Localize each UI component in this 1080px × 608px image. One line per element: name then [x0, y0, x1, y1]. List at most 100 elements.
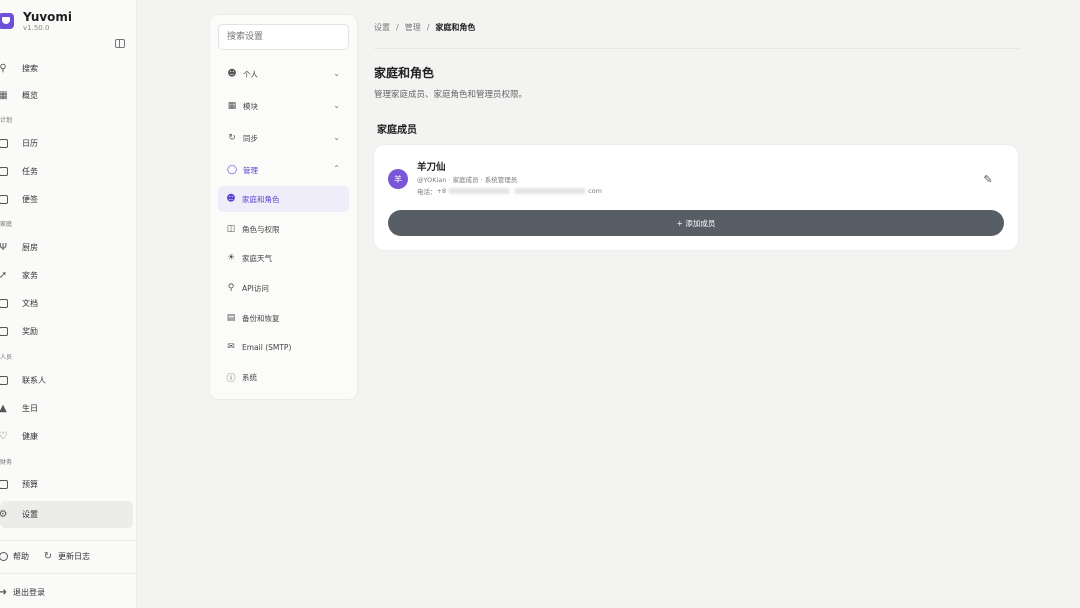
- sidebar-item-settings[interactable]: ⚙ 设置: [0, 501, 133, 528]
- sidebar-divider: [0, 540, 136, 541]
- app-logo-icon: [0, 13, 14, 29]
- info-icon: ⓘ: [226, 373, 236, 384]
- section-label-finance: 财务: [0, 459, 13, 466]
- wallet-icon: [0, 478, 9, 490]
- settings-group-label: 同步: [243, 133, 258, 143]
- users-icon: ☻: [226, 194, 236, 204]
- settings-item-system[interactable]: ⓘ 系统: [218, 364, 349, 390]
- sidebar-item-label: 奖励: [22, 326, 38, 336]
- breadcrumb: 设置 / 管理 / 家庭和角色: [374, 22, 475, 33]
- sidebar-item-contacts[interactable]: 联系人: [0, 370, 46, 390]
- settings-item-email[interactable]: ✉ Email (SMTP): [218, 334, 349, 360]
- logout-button[interactable]: ➜ 退出登录: [0, 582, 45, 602]
- shield-icon: ◯: [226, 165, 238, 175]
- redacted-phone: [448, 188, 511, 194]
- settings-item-weather[interactable]: ☀ 家庭天气: [218, 245, 349, 271]
- sidebar-item-birthdays[interactable]: ▲ 生日: [0, 398, 38, 418]
- breadcrumb-admin[interactable]: 管理: [405, 22, 421, 33]
- sidebar-item-label: 厨房: [22, 242, 38, 252]
- phone-prefix: +8: [436, 187, 447, 195]
- member-contact: 电话 ： +8 com: [417, 186, 602, 196]
- sidebar-item-budget[interactable]: 预算: [0, 474, 38, 494]
- sidebar-item-documents[interactable]: 文档: [0, 293, 38, 313]
- sidebar-item-chores[interactable]: ➚ 家务: [0, 265, 38, 285]
- settings-group-label: 个人: [243, 69, 258, 79]
- sidebar-item-label: 文档: [22, 298, 38, 308]
- calendar-icon: [0, 137, 9, 149]
- sidebar-item-notes[interactable]: 便签: [0, 189, 38, 209]
- sidebar-item-overview[interactable]: ▦ 概览: [0, 85, 38, 105]
- changelog-label: 更新日志: [58, 551, 90, 561]
- sidebar-item-calendar[interactable]: 日历: [0, 133, 38, 153]
- sync-icon: ↻: [228, 133, 236, 143]
- broom-icon: ➚: [0, 269, 8, 281]
- settings-item-label: 家庭和角色: [242, 194, 280, 204]
- settings-item-api[interactable]: ⚲ API访问: [218, 275, 349, 301]
- gift-icon: [0, 325, 9, 337]
- sidebar-collapse-icon[interactable]: [115, 39, 125, 48]
- header-divider: [374, 48, 1020, 49]
- member-card: 羊 羊刀仙 @YOKian · 家庭成员 · 系统管理员 电话 ： +8 com…: [374, 145, 1018, 250]
- add-member-button[interactable]: + 添加成员: [388, 210, 1004, 236]
- grid-icon: ▦: [0, 89, 8, 101]
- settings-group-personal[interactable]: ☻ 个人 ⌄: [218, 61, 349, 87]
- sidebar-item-label: 设置: [22, 510, 38, 519]
- sidebar-divider: [0, 573, 136, 574]
- settings-item-backup[interactable]: ▤ 备份和恢复: [218, 305, 349, 331]
- redacted-email: [514, 188, 587, 194]
- cake-icon: ▲: [0, 402, 7, 414]
- phone-label: 电话: [417, 188, 430, 196]
- history-icon: ↻: [43, 550, 53, 562]
- app-name: Yuvomi: [23, 10, 73, 24]
- key-icon: ⚲: [227, 283, 235, 293]
- heart-icon: ♡: [0, 430, 8, 442]
- settings-menu: ☻ 个人 ⌄ ▦ 模块 ⌄ ↻ 同步 ⌄ ◯ 管理 ⌃ ☻ 家庭和角色 ◫ 角色…: [210, 15, 357, 399]
- settings-item-household-roles[interactable]: ☻ 家庭和角色: [218, 186, 349, 212]
- gear-icon: ⚙: [0, 509, 8, 520]
- settings-group-label: 管理: [243, 165, 258, 175]
- member-meta: @YOKian · 家庭成员 · 系统管理员: [417, 176, 518, 184]
- utensils-icon: Ψ: [0, 241, 7, 253]
- email-suffix: com: [588, 187, 602, 195]
- help-label: 帮助: [13, 551, 29, 561]
- note-icon: [0, 193, 9, 205]
- mail-icon: ✉: [227, 342, 235, 352]
- user-icon: ☻: [227, 69, 237, 79]
- sidebar-item-rewards[interactable]: 奖励: [0, 321, 38, 341]
- section-label-people: 人员: [0, 354, 13, 361]
- sidebar-item-label: 联系人: [22, 375, 46, 385]
- settings-group-admin[interactable]: ◯ 管理 ⌃: [218, 157, 349, 183]
- sidebar-item-search[interactable]: ⚲ 搜索: [0, 58, 38, 78]
- sidebar-item-label: 日历: [22, 138, 38, 148]
- breadcrumb-separator: /: [426, 23, 430, 32]
- avatar: 羊: [388, 169, 408, 189]
- changelog-link[interactable]: ↻ 更新日志: [42, 546, 90, 566]
- help-link[interactable]: 帮助: [0, 546, 29, 566]
- member-name: 羊刀仙: [417, 162, 446, 173]
- settings-item-label: 系统: [242, 372, 257, 382]
- sidebar-item-kitchen[interactable]: Ψ 厨房: [0, 237, 38, 257]
- sidebar-item-label: 生日: [22, 403, 38, 413]
- sidebar-item-label: 概览: [22, 90, 38, 100]
- chevron-up-icon: ⌃: [333, 164, 340, 173]
- sidebar-item-label: 家务: [22, 270, 38, 280]
- archive-icon: ▤: [226, 313, 236, 323]
- settings-search-input[interactable]: [218, 24, 349, 50]
- app-sidebar: Yuvomi v1.50.0 ⚲ 搜索 ▦ 概览 计划 日历 任务 便签 家庭 …: [0, 0, 137, 608]
- logout-icon: ➜: [0, 586, 8, 598]
- sidebar-item-health[interactable]: ♡ 健康: [0, 426, 38, 446]
- breadcrumb-current: 家庭和角色: [435, 23, 476, 32]
- settings-group-sync[interactable]: ↻ 同步 ⌄: [218, 125, 349, 151]
- settings-item-label: 角色与权限: [242, 224, 280, 234]
- brand[interactable]: Yuvomi v1.50.0: [0, 10, 72, 33]
- settings-item-permissions[interactable]: ◫ 角色与权限: [218, 216, 349, 242]
- settings-group-label: 模块: [243, 101, 258, 111]
- edit-member-button[interactable]: ✎: [980, 171, 996, 187]
- folder-icon: [0, 297, 9, 309]
- sidebar-item-tasks[interactable]: 任务: [0, 161, 38, 181]
- breadcrumb-settings[interactable]: 设置: [374, 22, 390, 33]
- settings-item-label: 备份和恢复: [242, 313, 280, 323]
- settings-group-modules[interactable]: ▦ 模块 ⌄: [218, 93, 349, 119]
- section-label-plan: 计划: [0, 117, 13, 124]
- database-icon: ◫: [226, 224, 236, 234]
